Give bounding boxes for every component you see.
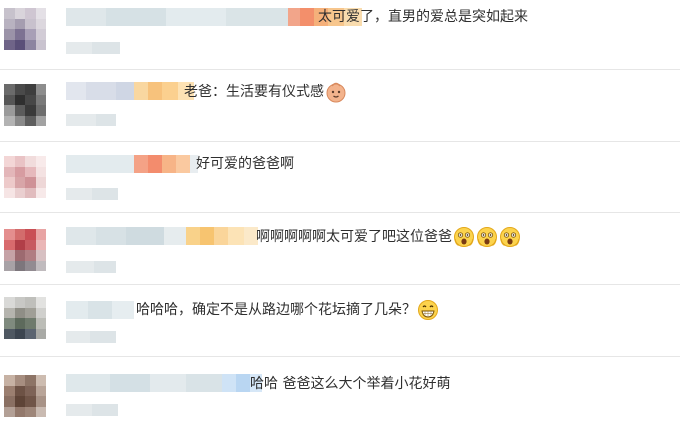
comment-item: 好可爱的爸爸啊 — [0, 142, 680, 212]
username-blurred[interactable] — [66, 82, 194, 100]
timestamp-blurred — [66, 42, 120, 54]
grinning-face-icon — [418, 300, 438, 320]
comment-item: 太可爱了，直男的爱总是突如起来 — [0, 0, 680, 69]
comment-text: 太可爱了，直男的爱总是突如起来 — [318, 7, 528, 27]
comment-content: 啊啊啊啊啊太可爱了吧这位爸爸 — [256, 229, 452, 245]
comment-item: 啊啊啊啊啊太可爱了吧这位爸爸 — [0, 213, 680, 284]
comment-content: 哈哈 爸爸这么大个举着小花好萌 — [250, 376, 451, 392]
timestamp-blurred — [66, 404, 118, 416]
timestamp-blurred — [66, 114, 116, 126]
shocked-face-icon — [477, 227, 497, 247]
comment-item: 哈哈 爸爸这么大个举着小花好萌 — [0, 357, 680, 432]
comment-content: 好可爱的爸爸啊 — [196, 156, 294, 172]
username-blurred[interactable] — [66, 155, 198, 173]
timestamp-blurred — [66, 261, 116, 273]
username-blurred[interactable] — [66, 301, 134, 319]
timestamp-blurred — [66, 188, 118, 200]
comment-text: 老爸：生活要有仪式感 — [184, 81, 347, 103]
comment-content: 哈哈哈，确定不是从路边哪个花坛摘了几朵？ — [136, 302, 416, 318]
avatar[interactable] — [4, 375, 46, 417]
avatar[interactable] — [4, 84, 46, 126]
comment-text: 哈哈 爸爸这么大个举着小花好萌 — [250, 374, 450, 394]
username-blurred[interactable] — [66, 374, 262, 392]
avatar[interactable] — [4, 297, 46, 339]
comment-text: 啊啊啊啊啊太可爱了吧这位爸爸 — [256, 226, 521, 248]
username-blurred[interactable] — [66, 227, 258, 245]
comment-text: 哈哈哈，确定不是从路边哪个花坛摘了几朵？ — [136, 299, 439, 321]
shocked-face-icon — [454, 227, 474, 247]
comment-item: 哈哈哈，确定不是从路边哪个花坛摘了几朵？ — [0, 285, 680, 356]
comment-text: 好可爱的爸爸啊 — [196, 154, 294, 174]
avatar[interactable] — [4, 229, 46, 271]
shocked-face-icon — [500, 227, 520, 247]
timestamp-blurred — [66, 331, 116, 343]
baby-face-icon — [326, 82, 346, 103]
avatar[interactable] — [4, 156, 46, 198]
comment-content: 太可爱了，直男的爱总是突如起来 — [318, 9, 528, 25]
avatar[interactable] — [4, 8, 46, 50]
comment-content: 老爸：生活要有仪式感 — [184, 84, 324, 100]
comment-item: 老爸：生活要有仪式感 — [0, 70, 680, 141]
